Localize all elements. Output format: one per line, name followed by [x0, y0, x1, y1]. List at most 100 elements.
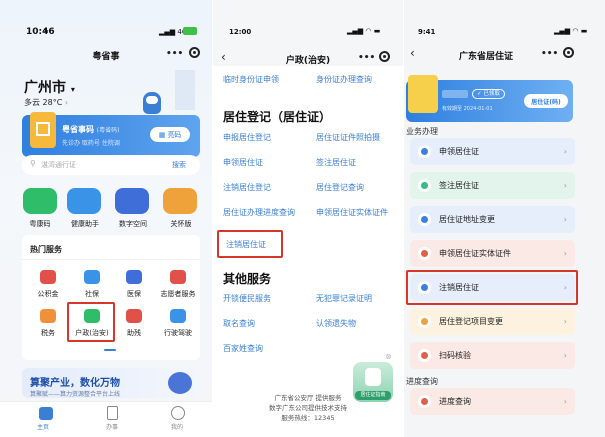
lost-property-link[interactable]: 认领遗失物: [316, 318, 356, 329]
social-security-icon[interactable]: [84, 270, 100, 284]
digital-space-icon[interactable]: [115, 188, 149, 214]
service-label: 助残: [127, 329, 141, 337]
services-tab-icon[interactable]: [107, 406, 118, 420]
disability-assist-icon[interactable]: [126, 309, 142, 323]
city-selector[interactable]: 广州市 ▾: [24, 77, 75, 97]
promo-banner[interactable]: 算聚产业，数化万物 算聚赋——算力资源整合平台上线: [22, 368, 200, 398]
status-time: 9:41: [418, 28, 436, 36]
banner-subtitle: 算聚赋——算力资源整合平台上线: [30, 391, 121, 398]
battery-icon: [183, 27, 197, 35]
no-criminal-record-link[interactable]: 无犯罪记录证明: [316, 293, 372, 304]
section-title-other: 其他服务: [223, 272, 272, 286]
more-icon[interactable]: •••: [541, 49, 558, 59]
qr-small-icon: ▦: [158, 130, 166, 139]
cancel-residence-registration-link[interactable]: 注销居住登记: [223, 182, 271, 193]
card-subtitle: (粤省码): [96, 127, 120, 134]
driving-icon[interactable]: [170, 309, 186, 323]
close-float-icon[interactable]: ⊗: [385, 352, 392, 361]
chevron-right-icon: ›: [64, 98, 69, 107]
weather-info[interactable]: 多云 28°C ›: [24, 97, 68, 108]
service-label: 志愿者服务: [160, 290, 196, 298]
section-title-progress: 进度查询: [406, 377, 438, 386]
chevron-right-icon: ›: [563, 351, 567, 360]
home-tab-icon[interactable]: [39, 407, 53, 420]
tab-profile[interactable]: 我的: [171, 422, 183, 431]
weather-text: 多云 28°C: [24, 98, 63, 107]
row-label: 签注居住证: [439, 181, 479, 190]
highlight-box: [406, 270, 578, 305]
residence-progress-link[interactable]: 居住证办理进度查询: [223, 207, 305, 218]
name-query-link[interactable]: 取名查询: [223, 318, 255, 329]
endorse-residence-permit-row[interactable]: 签注居住证 ›: [410, 172, 575, 199]
registration-change-row[interactable]: 居住登记项目变更 ›: [410, 308, 575, 335]
temp-id-apply-link[interactable]: 临时身份证申领: [223, 74, 279, 85]
signal-wifi-battery-icon: ▂▄▆ ◠ ▬: [347, 27, 381, 35]
residence-registration-query-link[interactable]: 居住登记查询: [316, 182, 364, 193]
scan-verify-row[interactable]: 扫码核验 ›: [410, 342, 575, 369]
yueshengshi-code-card[interactable]: 粤省事码 (粤省码) 先诊办 取药号 住院调 ▦ 亮码: [22, 112, 200, 157]
more-icon[interactable]: •••: [358, 53, 375, 63]
health-assistant-icon[interactable]: [67, 188, 101, 214]
status-tag: ✓ 已领取: [472, 89, 505, 99]
search-input[interactable]: 湛湾通行证: [41, 160, 76, 170]
divider: [22, 259, 200, 260]
highlight-box: [67, 302, 115, 342]
endorse-residence-permit-link[interactable]: 签注居住证: [316, 157, 356, 168]
residence-permit-card[interactable]: ■■ ■■■ ✓ 已领取 有效期至 2024-01-01 居住证(码): [406, 75, 573, 122]
address-change-row[interactable]: 居住证地址变更 ›: [410, 206, 575, 233]
medical-insurance-icon[interactable]: [126, 270, 142, 284]
tax-icon[interactable]: [40, 309, 56, 323]
chevron-right-icon: ›: [563, 249, 567, 258]
close-miniapp-icon[interactable]: [189, 47, 200, 58]
back-icon[interactable]: ‹: [410, 46, 415, 60]
more-icon[interactable]: •••: [166, 49, 183, 59]
row-label: 居住登记项目变更: [439, 317, 503, 326]
guangdong-residence-permit-panel: 9:41 ▂▄▆ ◠ ▬ ‹ 广东省居住证 ••• ■■ ■■■ ✓ 已领取 有…: [404, 0, 605, 437]
show-code-button[interactable]: ▦ 亮码: [150, 127, 190, 142]
chevron-right-icon: ›: [563, 317, 567, 326]
housing-fund-icon[interactable]: [40, 270, 56, 284]
search-bar[interactable]: ⚲ 湛湾通行证 搜索: [22, 155, 200, 175]
apply-physical-permit-link[interactable]: 申领居住证实体证件: [316, 207, 394, 218]
apply-residence-permit-row[interactable]: 申领居住证 ›: [410, 138, 575, 165]
care-mode-icon[interactable]: [163, 188, 197, 214]
qr-code-icon: [30, 112, 56, 148]
close-miniapp-icon[interactable]: [563, 47, 574, 58]
apply-residence-registration-link[interactable]: 申报居住登记: [223, 132, 271, 143]
card-icon: [418, 247, 431, 260]
section-title-residence: 居住登记（居住证）: [223, 110, 332, 124]
id-progress-link[interactable]: 身份证办理查询: [316, 74, 372, 85]
volunteer-icon[interactable]: [170, 270, 186, 284]
close-miniapp-icon[interactable]: [379, 51, 390, 62]
banner-logo-icon: [168, 372, 192, 394]
row-label: 进度查询: [439, 397, 471, 406]
quick-icon-label: 健康助手: [71, 220, 99, 228]
profile-tab-icon[interactable]: [171, 406, 185, 420]
search-progress-icon: [418, 395, 431, 408]
progress-query-row[interactable]: 进度查询 ›: [410, 388, 575, 415]
city-name: 广州市: [24, 80, 66, 96]
apply-physical-permit-row[interactable]: 申领居住证实体证件 ›: [410, 240, 575, 267]
check-icon: ✓: [477, 91, 482, 97]
person-icon: [365, 368, 381, 386]
residence-photo-link[interactable]: 居住证证件照拍摄: [316, 132, 380, 143]
surname-query-link[interactable]: 百家姓查询: [223, 343, 263, 354]
yuekangma-icon[interactable]: [23, 188, 57, 214]
tab-services[interactable]: 办事: [106, 422, 118, 431]
masked-name: ■■ ■■■: [442, 90, 468, 98]
bottom-tab-bar: 主页 办事 我的: [0, 401, 212, 437]
tab-home[interactable]: 主页: [37, 422, 49, 431]
mascot-icon: [143, 92, 161, 114]
status-tag-label: 已领取: [483, 91, 500, 97]
apply-residence-permit-link[interactable]: 申领居住证: [223, 157, 263, 168]
card-illustration-icon: [408, 75, 438, 113]
page-indicator: [104, 349, 116, 351]
city-skyline-icon: [175, 70, 195, 110]
unlock-service-link[interactable]: 开锁便民服务: [223, 293, 271, 304]
card-title-text: 粤省事码: [62, 125, 94, 134]
status-time: 12:00: [229, 28, 252, 36]
location-icon: [418, 213, 431, 226]
service-label: 医保: [127, 290, 141, 298]
residence-code-button[interactable]: 居住证(码): [524, 94, 568, 108]
search-button[interactable]: 搜索: [172, 160, 186, 170]
